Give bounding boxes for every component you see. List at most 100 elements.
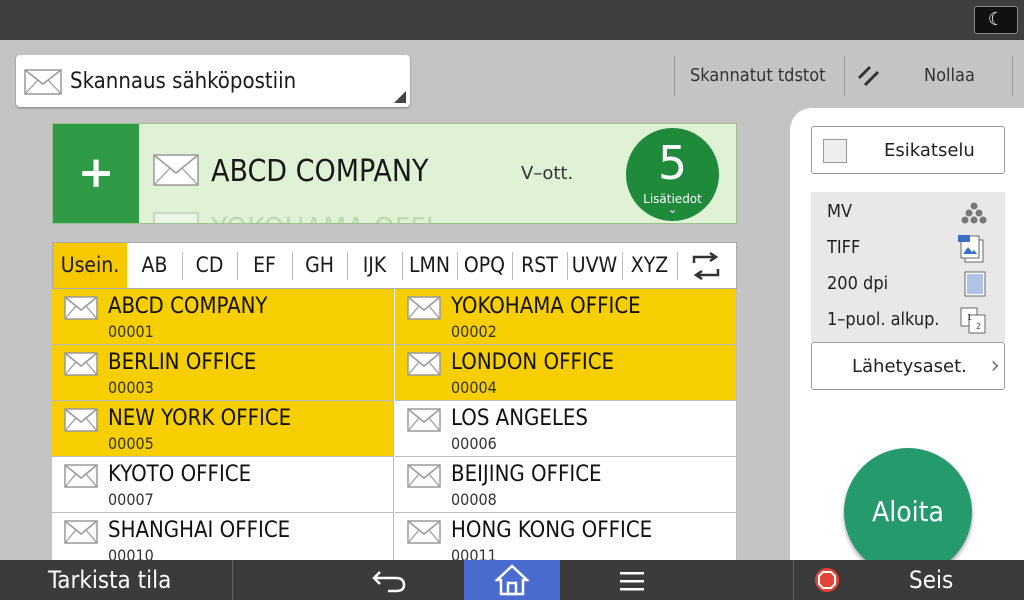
entry-name: LOS ANGELES	[451, 406, 588, 431]
address-entry[interactable]: LONDON OFFICE 00004	[395, 345, 737, 401]
envelope-icon	[407, 352, 441, 380]
entry-name: LONDON OFFICE	[451, 350, 615, 375]
entry-name: BERLIN OFFICE	[108, 350, 257, 375]
envelope-icon	[64, 464, 98, 492]
envelope-icon	[64, 296, 98, 324]
setting-file-type[interactable]: TIFF	[827, 230, 997, 266]
preview-checkbox[interactable]	[823, 139, 847, 163]
file-type-icon	[958, 235, 984, 263]
tab-xyz[interactable]: XYZ	[622, 243, 677, 288]
entry-name: HONG KONG OFFICE	[451, 518, 653, 543]
address-entry[interactable]: LOS ANGELES 00006	[395, 401, 737, 457]
back-icon[interactable]	[366, 566, 418, 594]
resolution-icon	[964, 271, 986, 297]
stop-label: Seis	[909, 566, 954, 594]
address-entry[interactable]: SHANGHAI OFFICE 00010	[52, 513, 394, 560]
envelope-icon	[153, 154, 199, 186]
envelope-icon	[24, 69, 62, 95]
entry-name: SHANGHAI OFFICE	[108, 518, 291, 543]
tab-opq[interactable]: OPQ	[457, 243, 512, 288]
entry-number: 00002	[451, 322, 497, 341]
preview-button[interactable]: Esikatselu	[811, 126, 1005, 174]
energy-saver-button[interactable]: ☾	[974, 6, 1018, 34]
scanned-files-button[interactable]: Skannatut tdstot	[690, 65, 825, 86]
chevron-down-icon: ⌄	[667, 202, 678, 216]
reset-slash-icon[interactable]	[856, 64, 882, 88]
envelope-icon	[407, 296, 441, 324]
envelope-icon	[407, 520, 441, 548]
stop-button[interactable]: Seis	[793, 560, 1024, 600]
divider	[844, 56, 845, 96]
tab-uvw[interactable]: UVW	[567, 243, 622, 288]
destination-count-button[interactable]: 5 Lisätiedot ⌄	[626, 128, 719, 221]
entry-name: KYOTO OFFICE	[108, 462, 252, 487]
destination-name: ABCD COMPANY	[211, 154, 429, 189]
top-bar: ☾	[0, 0, 1024, 40]
stop-icon	[815, 568, 839, 592]
start-button[interactable]: Aloita	[844, 448, 972, 576]
divider	[232, 560, 233, 600]
address-entry[interactable]: BEIJING OFFICE 00008	[395, 457, 737, 513]
divider	[674, 56, 675, 96]
menu-icon[interactable]	[608, 570, 656, 592]
tab-frequent[interactable]: Usein.	[53, 243, 127, 288]
chevron-right-icon: ›	[990, 351, 1000, 379]
tab-gh[interactable]: GH	[292, 243, 347, 288]
dropdown-corner-icon	[394, 91, 406, 103]
address-entry[interactable]: BERLIN OFFICE 00003	[52, 345, 394, 401]
tab-ab[interactable]: AB	[127, 243, 182, 288]
entry-number: 00011	[451, 546, 497, 560]
send-settings-button[interactable]: Lähetysaset. ›	[811, 342, 1005, 390]
destination-type: V–ott.	[521, 163, 574, 184]
entry-number: 00004	[451, 378, 497, 397]
function-selector-label: Skannaus sähköpostiin	[70, 69, 297, 94]
entry-number: 00005	[108, 434, 154, 453]
top-actions: Skannatut tdstot Nollaa	[674, 56, 1014, 96]
tab-ijk[interactable]: IJK	[347, 243, 402, 288]
tab-rst[interactable]: RST	[512, 243, 567, 288]
tab-cd[interactable]: CD	[182, 243, 237, 288]
tab-lmn[interactable]: LMN	[402, 243, 457, 288]
envelope-icon	[64, 520, 98, 548]
setting-label: 200 dpi	[827, 273, 889, 294]
address-entry[interactable]: KYOTO OFFICE 00007	[52, 457, 394, 513]
moon-icon: ☾	[987, 9, 1005, 30]
divider	[677, 252, 678, 280]
index-tabs: Usein. AB CD EF GH IJK LMN OPQ RST UVW X…	[52, 242, 737, 289]
setting-label: 1–puol. alkup.	[827, 309, 940, 330]
send-settings-label: Lähetysaset.	[852, 356, 967, 377]
home-button[interactable]	[464, 560, 560, 600]
entry-name: NEW YORK OFFICE	[108, 406, 292, 431]
setting-original-sides[interactable]: 1–puol. alkup. 1 2	[827, 302, 997, 338]
address-entry[interactable]: YOKOHAMA OFFICE 00002	[395, 289, 737, 345]
entry-name: YOKOHAMA OFFICE	[451, 294, 641, 319]
envelope-icon	[407, 464, 441, 492]
address-entry[interactable]: HONG KONG OFFICE 00011	[395, 513, 737, 560]
swap-view-icon[interactable]	[690, 252, 722, 280]
entry-number: 00008	[451, 490, 497, 509]
svg-text:2: 2	[976, 322, 981, 331]
entry-name: ABCD COMPANY	[108, 294, 268, 319]
reset-button[interactable]: Nollaa	[924, 65, 975, 86]
setting-resolution[interactable]: 200 dpi	[827, 266, 997, 302]
home-icon	[495, 564, 529, 596]
function-selector[interactable]: Skannaus sähköpostiin	[16, 55, 410, 107]
setting-label: TIFF	[827, 237, 861, 258]
add-destination-button[interactable]: +	[53, 124, 139, 223]
entry-number: 00003	[108, 378, 154, 397]
right-panel: Esikatselu MV TIFF 200 dpi 1–puol. alkup…	[790, 108, 1024, 576]
entry-number: 00006	[451, 434, 497, 453]
address-entry[interactable]: ABCD COMPANY 00001	[52, 289, 394, 345]
envelope-icon	[153, 212, 199, 223]
destination-next-name: YOKOHAMA OFFI	[211, 212, 434, 223]
main-area: Skannaus sähköpostiin Skannatut tdstot N…	[0, 40, 1024, 576]
destination-box: + ABCD COMPANY YOKOHAMA OFFI V–ott. 5 Li…	[52, 123, 737, 224]
envelope-icon	[407, 408, 441, 436]
tab-ef[interactable]: EF	[237, 243, 292, 288]
svg-text:1: 1	[967, 313, 972, 322]
entry-number: 00010	[108, 546, 154, 560]
address-entry[interactable]: NEW YORK OFFICE 00005	[52, 401, 394, 457]
entry-number: 00001	[108, 322, 154, 341]
setting-color-mode[interactable]: MV	[827, 194, 997, 230]
check-status-button[interactable]: Tarkista tila	[0, 560, 232, 600]
